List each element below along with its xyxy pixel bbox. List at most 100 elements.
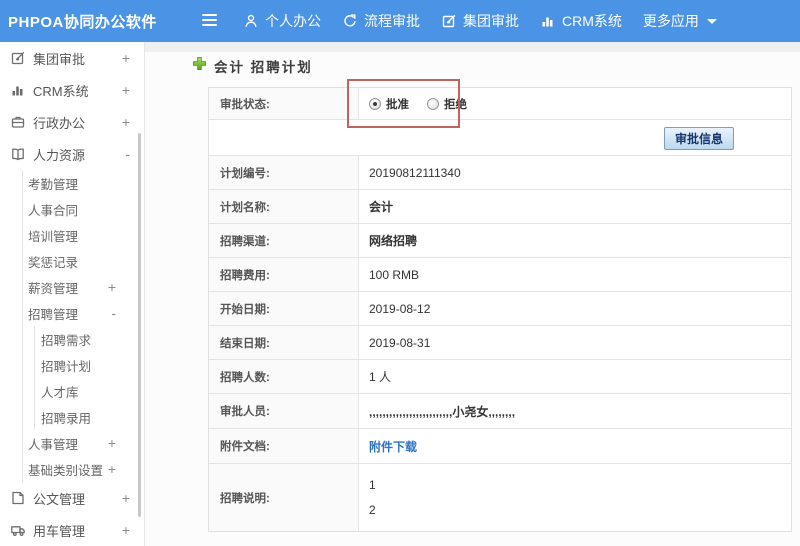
sidebar-item-label: 考勤管理 bbox=[28, 177, 79, 192]
nav-more-apps[interactable]: 更多应用 bbox=[643, 11, 717, 31]
field-value: 20190812111340 bbox=[369, 165, 461, 180]
field-label: 审批状态: bbox=[209, 88, 359, 119]
expand-plus-icon[interactable]: + bbox=[108, 436, 116, 450]
description-line: 1 bbox=[369, 478, 376, 492]
expand-plus-icon[interactable]: + bbox=[122, 83, 130, 97]
sidebar-item-vehicle-mgmt[interactable]: 用车管理 + bbox=[0, 514, 144, 546]
expand-plus-icon[interactable]: + bbox=[108, 462, 116, 476]
sidebar-item-recruit-demand[interactable]: 招聘需求 bbox=[35, 326, 144, 352]
sidebar-item-group-approval[interactable]: 集团审批 + bbox=[0, 42, 144, 74]
row-approvers: 审批人员: ,,,,,,,,,,,,,,,,,,,,,,,,,小尧女,,,,,,… bbox=[209, 394, 791, 429]
nav-process-approval[interactable]: 流程审批 bbox=[342, 11, 420, 31]
radio-reject[interactable] bbox=[427, 97, 439, 110]
field-label: 招聘渠道: bbox=[209, 224, 359, 257]
hamburger-icon[interactable] bbox=[202, 14, 217, 26]
page-title-text: 会计 招聘计划 bbox=[214, 60, 313, 75]
approve-info-button[interactable]: 审批信息 bbox=[663, 127, 734, 150]
sidebar-item-label: 用车管理 bbox=[33, 523, 86, 539]
expand-plus-icon[interactable]: + bbox=[122, 115, 130, 129]
sidebar-item-recruit-plan[interactable]: 招聘计划 bbox=[35, 352, 144, 378]
sidebar-item-label: 招聘计划 bbox=[41, 359, 92, 374]
app-logo-title: PHPOA协同办公软件 bbox=[8, 13, 157, 31]
page-title: 会计 招聘计划 bbox=[192, 56, 313, 76]
person-icon bbox=[243, 13, 259, 29]
row-recruit-channel: 招聘渠道: 网络招聘 bbox=[209, 224, 791, 258]
row-attachment: 附件文档: 附件下载 bbox=[209, 429, 791, 464]
sidebar-item-admin-office[interactable]: 行政办公 + bbox=[0, 106, 144, 138]
sidebar-item-base-category-settings[interactable]: 基础类别设置 + bbox=[23, 456, 144, 482]
sidebar-item-recruit-mgmt[interactable]: 招聘管理 - bbox=[23, 300, 144, 326]
row-recruit-cost: 招聘费用: 100 RMB bbox=[209, 258, 791, 292]
sidebar-submenu-recruit-mgmt: 招聘需求 招聘计划 人才库 招聘录用 bbox=[34, 326, 144, 430]
row-approve-button: 审批信息 bbox=[209, 120, 791, 156]
sidebar-item-talent-pool[interactable]: 人才库 bbox=[35, 378, 144, 404]
attachment-download-link[interactable]: 附件下载 bbox=[369, 438, 417, 455]
sidebar-item-label: 人事合同 bbox=[28, 203, 79, 218]
nav-group-approval[interactable]: 集团审批 bbox=[441, 11, 519, 31]
sidebar-item-crm-system[interactable]: CRM系统 + bbox=[0, 74, 144, 106]
nav-item-label: 集团审批 bbox=[463, 13, 519, 29]
truck-icon bbox=[10, 522, 26, 538]
sidebar-scrollbar[interactable] bbox=[138, 133, 141, 517]
radio-approve-label: 批准 bbox=[386, 98, 409, 111]
sidebar-item-hr-contract[interactable]: 人事合同 bbox=[23, 196, 144, 222]
collapse-minus-icon[interactable]: - bbox=[111, 306, 116, 320]
field-value: 2019-08-31 bbox=[369, 335, 431, 350]
field-value: ,,,,,,,,,,,,,,,,,,,,,,,,,小尧女,,,,,,,, bbox=[369, 404, 516, 419]
nav-personal-office[interactable]: 个人办公 bbox=[243, 11, 321, 31]
sidebar-item-label: 人事管理 bbox=[28, 437, 79, 452]
field-label: 招聘人数: bbox=[209, 360, 359, 393]
expand-plus-icon[interactable]: + bbox=[108, 280, 116, 294]
briefcase-icon bbox=[10, 114, 26, 130]
nav-item-label: 个人办公 bbox=[265, 13, 321, 29]
row-start-date: 开始日期: 2019-08-12 bbox=[209, 292, 791, 326]
sidebar-item-label: 人才库 bbox=[41, 385, 79, 400]
sidebar-item-label: 奖惩记录 bbox=[28, 255, 79, 270]
collapse-minus-icon[interactable]: - bbox=[125, 147, 130, 161]
top-header-bar: PHPOA协同办公软件 个人办公 流程审批 集团审批 CRM系统 更多应用 bbox=[0, 0, 800, 42]
field-label: 招聘说明: bbox=[209, 464, 359, 531]
plus-icon bbox=[192, 56, 207, 76]
sidebar-item-human-resources[interactable]: 人力资源 - bbox=[0, 138, 144, 170]
row-plan-name: 计划名称: 会计 bbox=[209, 190, 791, 224]
field-value: 1 2 bbox=[359, 464, 791, 531]
radio-reject-label: 拒绝 bbox=[444, 98, 467, 111]
sidebar-item-label: 集团审批 bbox=[33, 51, 86, 67]
sidebar-item-label: 培训管理 bbox=[28, 229, 79, 244]
row-headcount: 招聘人数: 1 人 bbox=[209, 360, 791, 394]
field-label: 招聘费用: bbox=[209, 258, 359, 291]
recruit-plan-form: 审批状态: 批准 拒绝 审批信息 计划编号: 20190812111340 计划… bbox=[208, 87, 792, 532]
expand-plus-icon[interactable]: + bbox=[122, 51, 130, 65]
main-content: 会计 招聘计划 审批状态: 批准 拒绝 审批信息 计划编号: 201908121… bbox=[145, 42, 800, 546]
field-value: 100 RMB bbox=[369, 267, 420, 282]
expand-plus-icon[interactable]: + bbox=[122, 523, 130, 537]
content-top-strip bbox=[145, 42, 800, 52]
field-value: 附件下载 bbox=[359, 429, 791, 463]
sidebar-item-document-mgmt[interactable]: 公文管理 + bbox=[0, 482, 144, 514]
sidebar-item-attendance-mgmt[interactable]: 考勤管理 bbox=[23, 170, 144, 196]
nav-item-label: 更多应用 bbox=[642, 13, 699, 29]
row-recruit-description: 招聘说明: 1 2 bbox=[209, 464, 791, 531]
sidebar-item-training-mgmt[interactable]: 培训管理 bbox=[23, 222, 144, 248]
chart-icon bbox=[540, 13, 556, 29]
nav-crm-system[interactable]: CRM系统 bbox=[540, 11, 622, 31]
sidebar-item-salary-mgmt[interactable]: 薪资管理 + bbox=[23, 274, 144, 300]
field-value: 1 人 bbox=[369, 370, 392, 384]
sidebar-item-reward-punish-records[interactable]: 奖惩记录 bbox=[23, 248, 144, 274]
field-value: 会计 bbox=[369, 200, 394, 214]
app-window: PHPOA协同办公软件 个人办公 流程审批 集团审批 CRM系统 更多应用 集团… bbox=[0, 0, 800, 546]
sidebar-item-label: 招聘录用 bbox=[41, 411, 92, 426]
sidebar-item-label: 公文管理 bbox=[33, 491, 86, 507]
expand-plus-icon[interactable]: + bbox=[122, 491, 130, 505]
radio-approve[interactable] bbox=[369, 97, 381, 110]
sidebar-item-label: 人力资源 bbox=[33, 147, 86, 163]
sidebar-item-recruit-hire[interactable]: 招聘录用 bbox=[35, 404, 144, 430]
field-label: 结束日期: bbox=[209, 326, 359, 359]
doc-icon bbox=[10, 490, 26, 506]
field-label: 计划名称: bbox=[209, 190, 359, 223]
sidebar-item-label: 行政办公 bbox=[33, 115, 86, 131]
sidebar-item-personnel-mgmt[interactable]: 人事管理 + bbox=[23, 430, 144, 456]
row-end-date: 结束日期: 2019-08-31 bbox=[209, 326, 791, 360]
edit-icon bbox=[441, 13, 457, 29]
chart-icon bbox=[10, 82, 26, 98]
